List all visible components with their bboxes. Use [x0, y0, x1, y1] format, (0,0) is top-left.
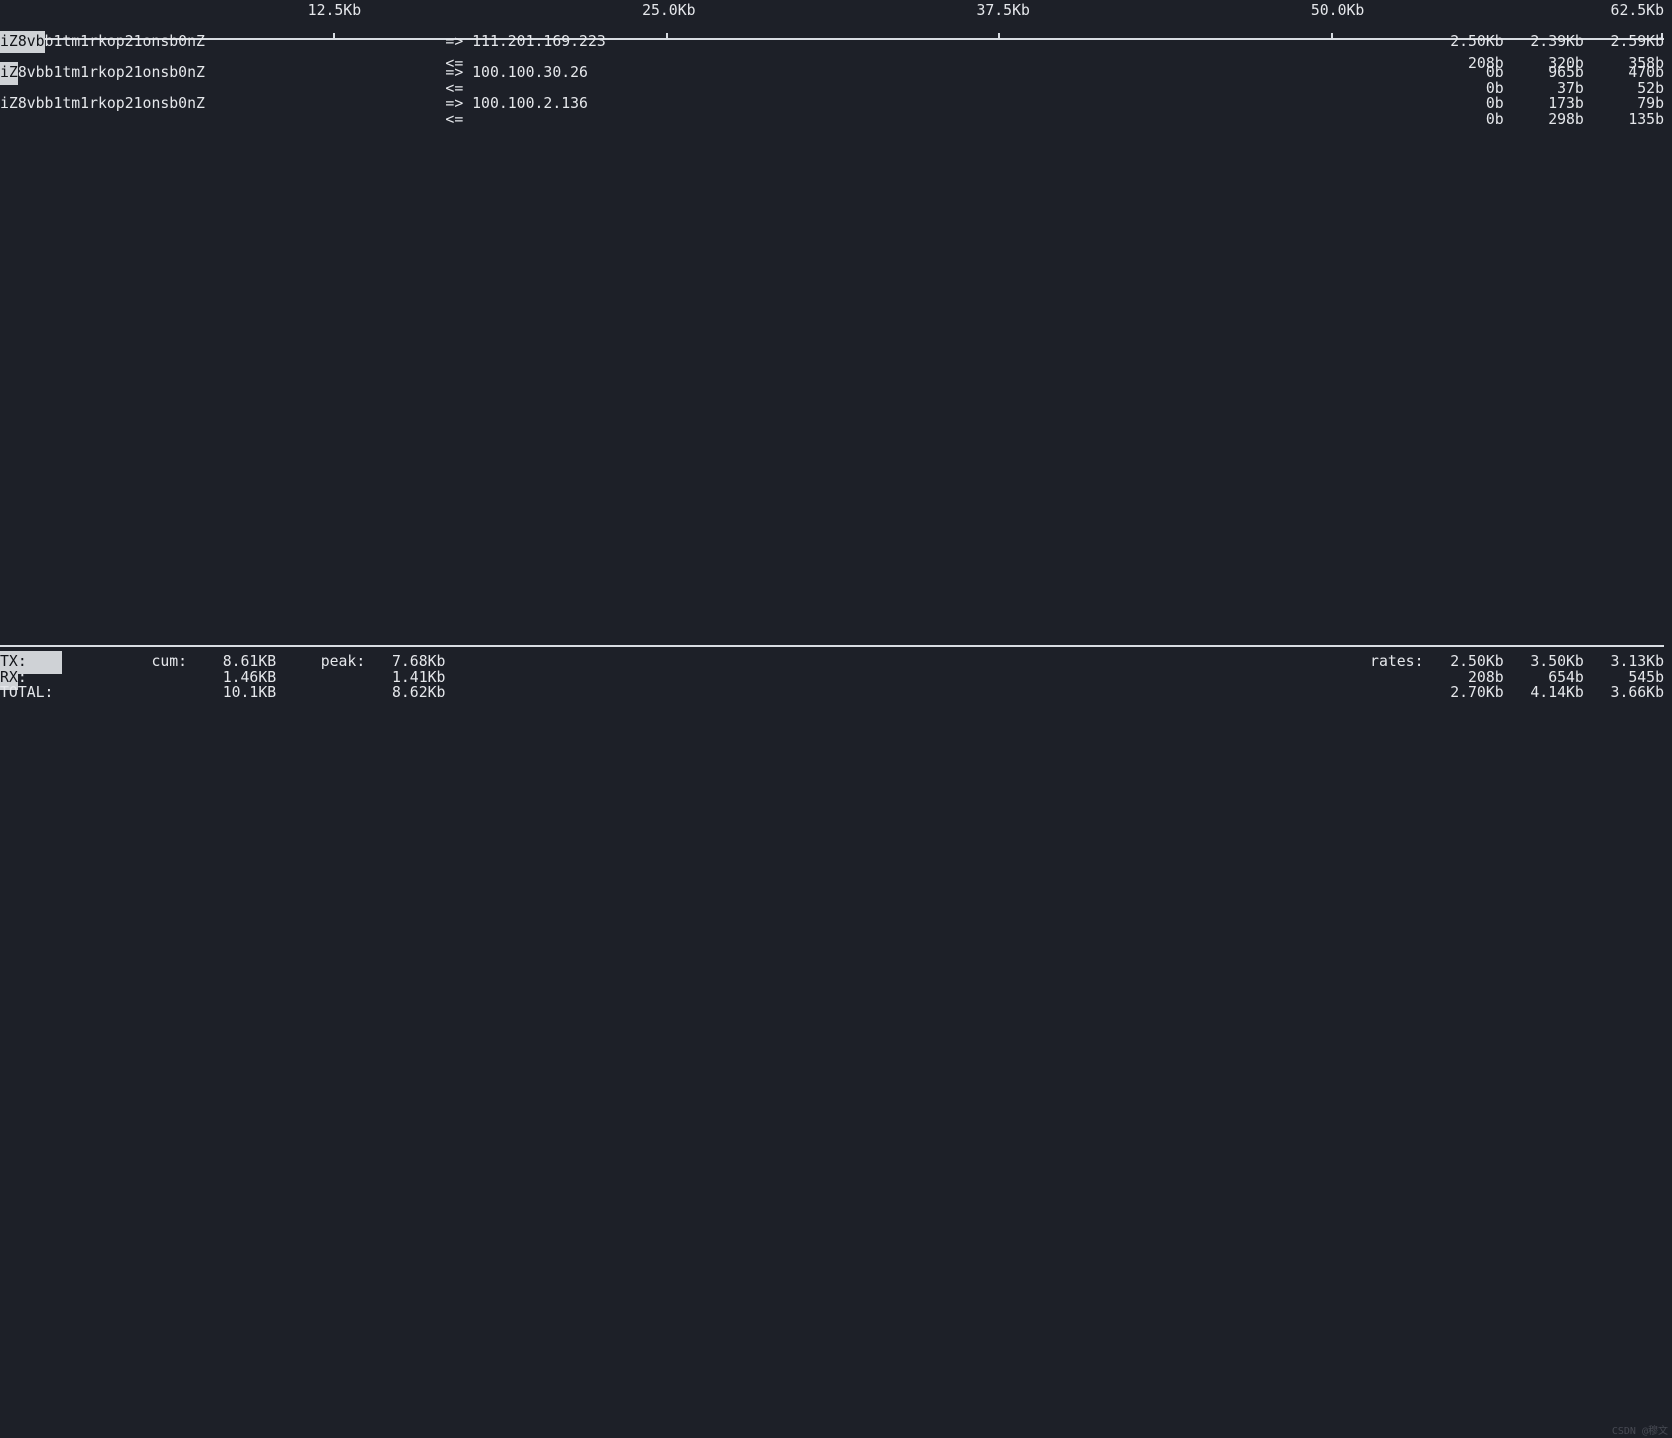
src-host-prefix: iZ8vb — [0, 31, 45, 54]
summary-separator — [0, 645, 1664, 647]
summary-label-total: TOTAL: — [0, 682, 53, 705]
summary-rate-40s: 3.66Kb — [1611, 682, 1664, 705]
watermark: CSDN @穆文 — [1612, 1422, 1668, 1437]
arrow-tx-icon: => — [445, 31, 463, 54]
scale-tick-label: 62.5Kb — [1611, 0, 1664, 23]
summary-peak-value: 8.62Kb — [392, 682, 445, 705]
rate-10s: 2.39Kb — [1530, 31, 1583, 54]
summary-rate-10s: 4.14Kb — [1530, 682, 1583, 705]
src-host-rest: b1tm1rkop21onsb0nZ — [45, 31, 205, 54]
connection-tx-row: iZ8vb b1tm1rkop21onsb0nZ => 111.201.169.… — [0, 31, 1672, 54]
summary-cum-value: 10.1KB — [223, 682, 276, 705]
summary-rate-2s: 2.70Kb — [1450, 682, 1503, 705]
rate-40s: 135b — [1628, 109, 1664, 132]
connection-rx-row: <= 0b 298b 135b — [0, 109, 1672, 132]
dst-host: 111.201.169.223 — [472, 31, 606, 54]
scale-labels-row: 12.5Kb 25.0Kb 37.5Kb 50.0Kb 62.5Kb — [0, 0, 1672, 23]
rate-2s: 2.50Kb — [1450, 31, 1503, 54]
rate-10s: 298b — [1548, 109, 1584, 132]
rate-2s: 0b — [1486, 109, 1504, 132]
scale-tick-label: 37.5Kb — [976, 0, 1029, 23]
rate-40s: 2.59Kb — [1611, 31, 1664, 54]
scale-tick-label: 25.0Kb — [642, 0, 695, 23]
scale-tick-label: 12.5Kb — [308, 0, 361, 23]
scale-tick-label: 50.0Kb — [1311, 0, 1364, 23]
arrow-rx-icon: <= — [445, 109, 463, 132]
summary-total-row: TOTAL: 10.1KB 8.62Kb 2.70Kb 4.14Kb 3.66K… — [0, 682, 1672, 705]
